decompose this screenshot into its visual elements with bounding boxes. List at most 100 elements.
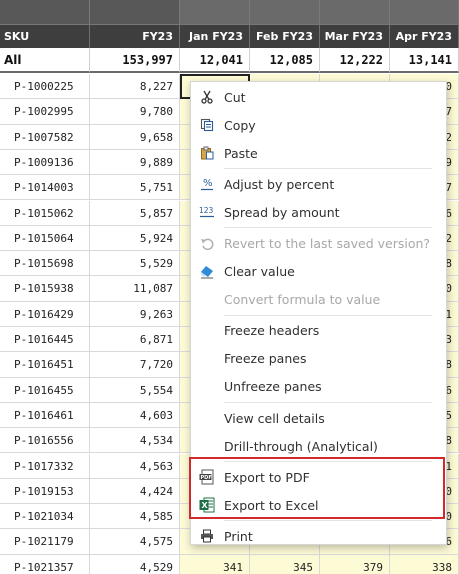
cell-fy23[interactable]: 5,751: [90, 175, 180, 201]
cell-sku[interactable]: P-1021034: [0, 504, 90, 530]
cell-sku[interactable]: P-1015064: [0, 225, 90, 252]
menu-item-freeze-panes[interactable]: Freeze panes: [191, 345, 446, 373]
menu-item-export-excel[interactable]: X Export to Excel: [191, 491, 446, 519]
cell-fy23[interactable]: 9,889: [90, 149, 180, 176]
column-header-mar[interactable]: Mar FY23: [320, 24, 390, 48]
cell-sku[interactable]: P-1021179: [0, 529, 90, 555]
cell-sku[interactable]: P-1007582: [0, 124, 90, 150]
menu-separator: [224, 314, 432, 316]
cell-fy23[interactable]: 11,087: [90, 276, 180, 302]
menu-separator: [224, 402, 432, 404]
menu-item-paste[interactable]: Paste: [191, 139, 446, 167]
menu-label: Export to PDF: [224, 469, 310, 485]
menu-separator: [224, 168, 432, 170]
menu-item-adjust-by-percent[interactable]: % Adjust by percent: [191, 170, 446, 198]
menu-label: Paste: [224, 145, 258, 161]
cell-fy23[interactable]: 4,424: [90, 478, 180, 505]
menu-label: Spread by amount: [224, 204, 340, 220]
all-row-feb[interactable]: 12,085: [250, 48, 320, 73]
cell-sku[interactable]: P-1017332: [0, 453, 90, 479]
cell-fy23[interactable]: 9,658: [90, 124, 180, 150]
menu-item-export-pdf[interactable]: PDF Export to PDF: [191, 463, 446, 491]
menu-item-view-cell-details[interactable]: View cell details: [191, 404, 446, 432]
cell-fy23[interactable]: 8,227: [90, 74, 180, 100]
menu-item-unfreeze-panes[interactable]: Unfreeze panes: [191, 373, 446, 401]
cell-sku[interactable]: P-1016556: [0, 428, 90, 454]
cell-fy23[interactable]: 5,554: [90, 377, 180, 403]
svg-text:PDF: PDF: [201, 475, 212, 481]
menu-label: Print: [224, 528, 253, 544]
cell-sku[interactable]: P-1016445: [0, 327, 90, 353]
cell-fy23[interactable]: 4,585: [90, 504, 180, 530]
cell-fy23[interactable]: 9,263: [90, 301, 180, 327]
cell-sku[interactable]: P-1000225: [0, 74, 90, 100]
menu-item-convert-formula[interactable]: Convert formula to value: [191, 286, 446, 314]
eraser-icon: [199, 264, 215, 280]
menu-label: Revert to the last saved version?: [224, 236, 431, 252]
cell-fy23[interactable]: 4,529: [90, 554, 180, 574]
menu-label: Convert formula to value: [224, 292, 381, 308]
cell-sku[interactable]: P-1015698: [0, 251, 90, 277]
cell-mar[interactable]: 379: [320, 554, 390, 574]
menu-separator: [224, 461, 432, 463]
cell-sku[interactable]: P-1014003: [0, 175, 90, 201]
column-header-sku[interactable]: SKU: [0, 24, 90, 48]
menu-label: Drill-through (Analytical): [224, 438, 378, 454]
context-menu: Cut Copy Paste % Adjust by percent 123 S…: [190, 81, 447, 545]
menu-item-spread-by-amount[interactable]: 123 Spread by amount: [191, 198, 446, 226]
column-header-fy23[interactable]: FY23: [90, 24, 180, 48]
column-header-feb[interactable]: Feb FY23: [250, 24, 320, 48]
cell-sku[interactable]: P-1016451: [0, 352, 90, 378]
menu-separator: [224, 227, 432, 229]
cell-jan[interactable]: 341: [180, 554, 250, 574]
menu-item-print[interactable]: Print: [191, 522, 446, 550]
menu-label: Unfreeze panes: [224, 379, 322, 395]
cell-sku[interactable]: P-1019153: [0, 478, 90, 505]
cell-fy23[interactable]: 5,924: [90, 225, 180, 252]
paste-icon: [199, 145, 215, 161]
all-row-label[interactable]: All: [0, 48, 90, 73]
cell-fy23[interactable]: 6,871: [90, 327, 180, 353]
menu-item-cut[interactable]: Cut: [191, 83, 446, 111]
cell-fy23[interactable]: 4,563: [90, 453, 180, 479]
menu-label: Export to Excel: [224, 497, 319, 513]
menu-item-revert[interactable]: Revert to the last saved version?: [191, 229, 446, 257]
cell-sku[interactable]: P-1016429: [0, 301, 90, 327]
cell-sku[interactable]: P-1015062: [0, 200, 90, 226]
cell-apr[interactable]: 338: [390, 554, 459, 574]
column-header-jan[interactable]: Jan FY23: [180, 24, 250, 48]
cell-fy23[interactable]: 5,857: [90, 200, 180, 226]
svg-text:X: X: [202, 501, 209, 510]
menu-label: Clear value: [224, 264, 295, 280]
cell-fy23[interactable]: 4,534: [90, 428, 180, 454]
cell-sku[interactable]: P-1002995: [0, 99, 90, 125]
cell-fy23[interactable]: 9,780: [90, 99, 180, 125]
menu-label: Copy: [224, 117, 256, 133]
cell-fy23[interactable]: 4,603: [90, 402, 180, 429]
cell-sku[interactable]: P-1016461: [0, 402, 90, 429]
printer-icon: [199, 528, 215, 544]
menu-item-freeze-headers[interactable]: Freeze headers: [191, 317, 446, 345]
menu-item-clear-value[interactable]: Clear value: [191, 258, 446, 286]
all-row-jan[interactable]: 12,041: [180, 48, 250, 73]
menu-item-copy[interactable]: Copy: [191, 111, 446, 139]
pdf-icon: PDF: [199, 469, 215, 485]
cell-sku[interactable]: P-1021357: [0, 554, 90, 574]
cell-fy23[interactable]: 5,529: [90, 251, 180, 277]
all-row-mar[interactable]: 12,222: [320, 48, 390, 73]
column-header-apr[interactable]: Apr FY23: [390, 24, 459, 48]
menu-label: View cell details: [224, 410, 325, 426]
menu-label: Adjust by percent: [224, 176, 335, 192]
cell-feb[interactable]: 345: [250, 554, 320, 574]
menu-item-drill-through[interactable]: Drill-through (Analytical): [191, 432, 446, 460]
cell-sku[interactable]: P-1009136: [0, 149, 90, 176]
cell-fy23[interactable]: 4,575: [90, 529, 180, 555]
percent-icon: %: [199, 176, 215, 192]
all-row-fy23[interactable]: 153,997: [90, 48, 180, 73]
all-row-apr[interactable]: 13,141: [390, 48, 459, 73]
cell-fy23[interactable]: 7,720: [90, 352, 180, 378]
header-spacer: [320, 0, 390, 24]
cell-sku[interactable]: P-1016455: [0, 377, 90, 403]
spread-123-icon: 123: [199, 204, 215, 220]
cell-sku[interactable]: P-1015938: [0, 276, 90, 302]
